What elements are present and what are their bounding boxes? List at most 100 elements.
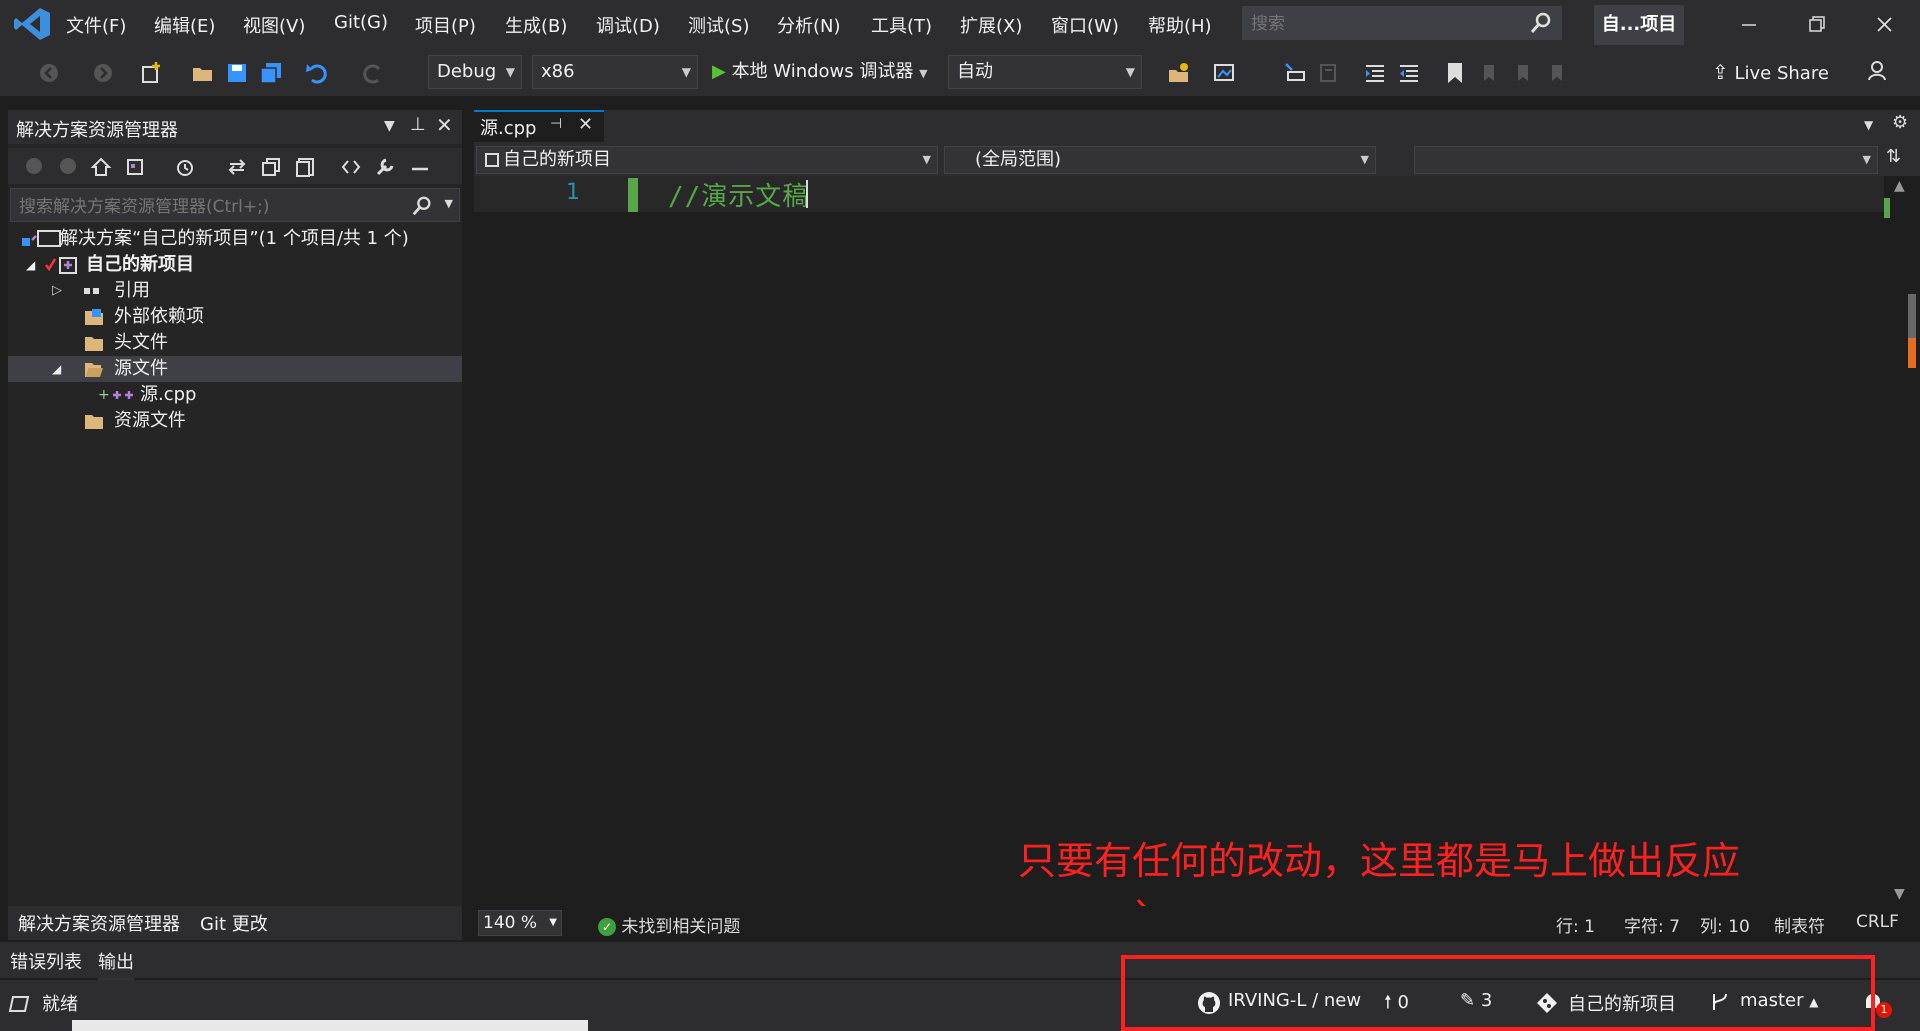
tab-git-changes[interactable]: Git 更改 (200, 910, 268, 936)
menu-debug[interactable]: 调试(D) (596, 12, 660, 38)
search-icon[interactable] (411, 195, 433, 217)
indent-icon[interactable] (1362, 60, 1388, 86)
step-over-icon[interactable] (1316, 60, 1342, 86)
chevron-down-icon[interactable]: ▼ (445, 197, 453, 210)
close-panel-icon[interactable]: ✕ (436, 113, 453, 137)
menu-tools[interactable]: 工具(T) (871, 12, 932, 38)
start-debugging-button[interactable]: ▶ 本地 Windows 调试器 ▼ (712, 56, 928, 88)
open-folder-icon[interactable] (190, 60, 216, 86)
preview-icon[interactable] (408, 156, 430, 178)
tree-item-references[interactable]: ▷ 引用 (8, 278, 462, 304)
tree-item-resource-files[interactable]: 资源文件 (8, 408, 462, 434)
tab-source-cpp[interactable]: 源.cpp ⊣ ✕ (474, 110, 604, 142)
prev-bookmark-icon[interactable] (1476, 60, 1502, 86)
scroll-up-icon[interactable]: ▲ (1894, 178, 1905, 194)
close-icon[interactable] (1864, 8, 1904, 42)
menu-help[interactable]: 帮助(H) (1148, 12, 1212, 38)
search-icon[interactable] (1529, 11, 1553, 35)
pin-icon[interactable]: ⊣ (550, 116, 562, 132)
menu-build[interactable]: 生成(B) (505, 12, 567, 38)
tree-item-project[interactable]: ◢ 自己的新项目 (8, 252, 462, 278)
tab-solution-explorer[interactable]: 解决方案资源管理器 (18, 910, 180, 936)
platform-dropdown[interactable]: x86 ▼ (532, 55, 698, 89)
outdent-icon[interactable] (1396, 60, 1422, 86)
step-into-icon[interactable] (1282, 60, 1308, 86)
tab-output[interactable]: 输出 (98, 948, 134, 980)
pin-icon[interactable]: ⊥ (410, 114, 426, 135)
sync-icon[interactable] (226, 156, 248, 178)
switch-views-icon[interactable] (124, 156, 146, 178)
back-icon[interactable] (24, 156, 44, 176)
home-icon[interactable] (90, 156, 112, 178)
browser-link-icon[interactable] (1212, 60, 1238, 86)
restore-icon[interactable] (1796, 8, 1836, 42)
line-indicator[interactable]: 行: 1 (1556, 912, 1595, 937)
char-indicator[interactable]: 字符: 7 (1624, 912, 1680, 937)
tabs-indicator[interactable]: 制表符 (1774, 912, 1825, 937)
expanded-arrow-icon[interactable]: ◢ (26, 252, 35, 278)
expanded-arrow-icon[interactable]: ◢ (52, 356, 61, 382)
show-all-files-icon[interactable] (294, 156, 316, 178)
tree-item-solution[interactable]: 解决方案“自己的新项目”(1 个项目/共 1 个) (8, 226, 462, 252)
project-nav-dropdown[interactable]: 自己的新项目 ▼ (476, 146, 938, 174)
tree-item-label: 自己的新项目 (86, 254, 194, 275)
feedback-icon[interactable] (1866, 58, 1892, 84)
menu-test[interactable]: 测试(S) (688, 12, 749, 38)
forward-icon[interactable] (58, 156, 78, 176)
clear-bookmarks-icon[interactable] (1544, 60, 1570, 86)
auto-dropdown[interactable]: 自动 ▼ (948, 55, 1142, 89)
vertical-scrollbar[interactable]: ▲ ▼ (1884, 176, 1920, 906)
config-dropdown[interactable]: Debug ▼ (428, 55, 522, 89)
dropdown-icon[interactable]: ▼ (384, 118, 395, 134)
scroll-down-icon[interactable]: ▼ (1894, 886, 1905, 902)
save-all-icon[interactable] (258, 60, 284, 86)
scope-nav-dropdown[interactable]: (全局范围) ▼ (944, 146, 1376, 174)
menu-project[interactable]: 项目(P) (415, 12, 476, 38)
menu-file[interactable]: 文件(F) (66, 12, 126, 38)
solution-search-box[interactable]: ▼ (10, 188, 460, 222)
solution-search-input[interactable] (17, 194, 411, 220)
status-ready: 就绪 (42, 994, 78, 1015)
live-share-button[interactable]: ⇪ Live Share (1712, 56, 1829, 88)
code-editor[interactable] (474, 176, 1884, 906)
member-nav-dropdown[interactable]: ▼ (1414, 146, 1878, 174)
tree-item-source-cpp[interactable]: + 源.cpp (8, 382, 462, 408)
close-tab-icon[interactable]: ✕ (578, 114, 593, 135)
undo-icon[interactable] (304, 60, 330, 86)
back-icon[interactable] (36, 60, 62, 86)
menu-extensions[interactable]: 扩展(X) (960, 12, 1022, 38)
settings-gear-icon[interactable]: ⚙ (1892, 112, 1908, 133)
code-line[interactable]: //演示文稿 (668, 176, 809, 213)
menu-view[interactable]: 视图(V) (243, 12, 305, 38)
menu-window[interactable]: 窗口(W) (1051, 12, 1119, 38)
forward-icon[interactable] (90, 60, 116, 86)
tab-error-list[interactable]: 错误列表 (10, 948, 82, 974)
bookmark-icon[interactable] (1442, 60, 1468, 86)
search-box[interactable] (1242, 6, 1562, 40)
save-icon[interactable] (224, 60, 250, 86)
tab-list-icon[interactable]: ▼ (1864, 118, 1873, 132)
collapse-all-icon[interactable] (260, 156, 282, 178)
menu-edit[interactable]: 编辑(E) (154, 12, 215, 38)
view-code-icon[interactable] (340, 156, 362, 178)
tree-item-header-files[interactable]: 头文件 (8, 330, 462, 356)
properties-icon[interactable] (374, 156, 396, 178)
tree-item-external-deps[interactable]: 外部依赖项 (8, 304, 462, 330)
issues-indicator[interactable]: ✓ 未找到相关问题 (598, 912, 740, 937)
eol-indicator[interactable]: CRLF (1856, 912, 1899, 932)
new-project-icon[interactable] (138, 60, 164, 86)
tree-item-source-files[interactable]: ◢ 源文件 (8, 356, 462, 382)
pending-changes-icon[interactable] (174, 156, 196, 178)
redo-icon[interactable] (360, 60, 386, 86)
collapsed-arrow-icon[interactable]: ▷ (52, 278, 62, 304)
menu-analyze[interactable]: 分析(N) (777, 12, 841, 38)
col-indicator[interactable]: 列: 10 (1700, 912, 1750, 937)
zoom-value: 140 % (483, 913, 538, 933)
hot-reload-icon[interactable] (1166, 60, 1192, 86)
next-bookmark-icon[interactable] (1510, 60, 1536, 86)
split-editor-icon[interactable]: ⇅ (1886, 146, 1901, 167)
search-input[interactable] (1249, 11, 1523, 37)
menu-git[interactable]: Git(G) (334, 12, 388, 33)
zoom-dropdown[interactable]: 140 % ▼ (478, 910, 562, 936)
minimize-icon[interactable] (1728, 8, 1768, 42)
